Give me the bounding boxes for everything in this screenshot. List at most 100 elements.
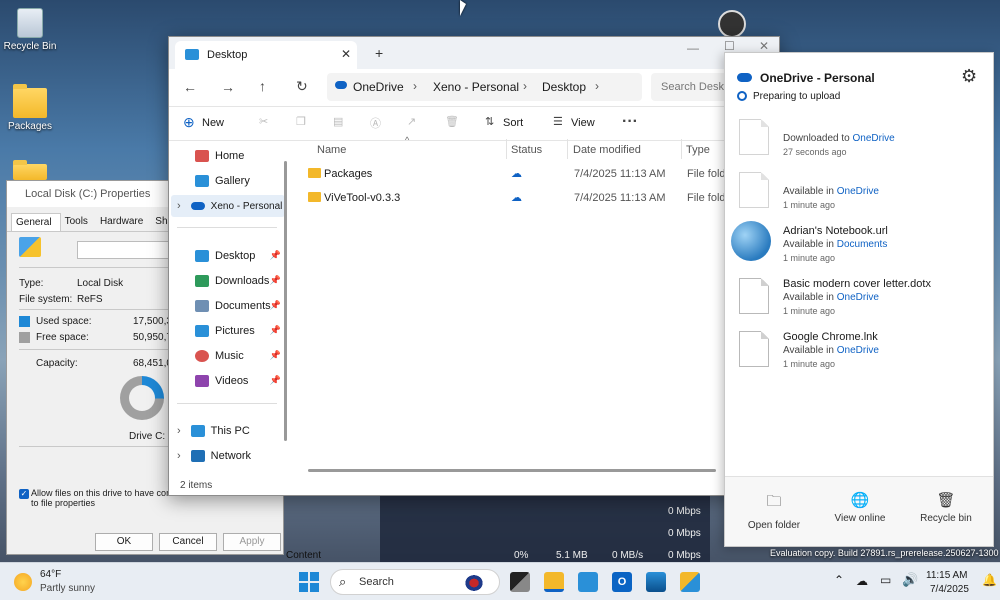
item-location-link[interactable]: OneDrive xyxy=(837,186,879,197)
pin-icon[interactable]: 📌 xyxy=(270,275,281,286)
nav-onedrive[interactable]: › Xeno - Personal xyxy=(171,195,285,217)
view-button[interactable]: View xyxy=(571,117,595,129)
item-location-link[interactable]: OneDrive xyxy=(837,345,879,356)
breadcrumb[interactable]: OneDrive › Xeno - Personal › Desktop › xyxy=(327,73,642,101)
new-tab-button[interactable]: + xyxy=(375,45,383,61)
chevron-right-icon[interactable]: › xyxy=(177,425,181,437)
item-location-link[interactable]: OneDrive xyxy=(837,292,879,303)
nav-videos[interactable]: Videos 📌 xyxy=(179,370,281,392)
nav-label: Xeno - Personal xyxy=(210,200,283,212)
paste-icon[interactable]: ▤ xyxy=(333,115,343,128)
maximize-icon[interactable]: ☐ xyxy=(724,39,735,53)
activity-item[interactable]: Basic modern cover letter.dotx Available… xyxy=(735,274,985,324)
refresh-icon[interactable]: ↻ xyxy=(296,78,308,95)
pin-icon[interactable]: 📌 xyxy=(270,375,281,386)
clock-date[interactable]: 7/4/2025 xyxy=(930,584,969,595)
nav-music[interactable]: Music 📌 xyxy=(179,345,281,367)
breadcrumb-item[interactable]: Desktop xyxy=(542,80,586,94)
nav-downloads[interactable]: Downloads 📌 xyxy=(179,270,281,292)
column-status[interactable]: Status xyxy=(511,144,542,156)
close-window-icon[interactable]: ✕ xyxy=(759,39,769,53)
pin-icon[interactable]: 📌 xyxy=(270,350,281,361)
outlook-icon[interactable]: O xyxy=(612,572,632,592)
more-options-button[interactable]: ··· xyxy=(622,113,638,131)
nav-thispc[interactable]: › This PC xyxy=(171,420,271,442)
activity-item[interactable]: Adrian's Notebook.url Available in Docum… xyxy=(731,221,985,271)
chevron-up-icon[interactable]: ⌃ xyxy=(834,573,844,587)
breadcrumb-item[interactable]: Xeno - Personal xyxy=(433,80,519,94)
weather-temp[interactable]: 64°F xyxy=(40,569,61,580)
task-view-icon[interactable] xyxy=(510,572,530,592)
index-checkbox[interactable]: ✓ xyxy=(19,489,29,499)
column-name[interactable]: Name xyxy=(317,144,346,156)
display-tray-icon[interactable]: ▭ xyxy=(880,573,891,587)
activity-item[interactable]: Google Chrome.lnk Available in OneDrive … xyxy=(735,327,985,377)
start-windows-icon[interactable] xyxy=(299,572,319,592)
nav-pictures[interactable]: Pictures 📌 xyxy=(179,320,281,342)
volume-icon[interactable]: 🔊 xyxy=(902,572,918,588)
cancel-button[interactable]: Cancel xyxy=(159,533,217,551)
new-button[interactable]: New xyxy=(202,117,224,129)
nav-label: Documents xyxy=(215,300,271,312)
notification-bell-icon[interactable]: 🔔 xyxy=(982,573,997,587)
rename-icon[interactable]: Ⓐ xyxy=(370,115,381,131)
tab-desktop[interactable]: Desktop ✕ xyxy=(175,41,357,69)
pin-icon[interactable]: 📌 xyxy=(270,300,281,311)
clock-time[interactable]: 11:15 AM xyxy=(926,570,968,581)
nav-home[interactable]: Home xyxy=(179,145,279,167)
sort-button[interactable]: Sort xyxy=(503,117,523,129)
up-icon[interactable]: ↑ xyxy=(259,78,266,94)
tab-general[interactable]: General xyxy=(11,213,61,231)
forward-icon[interactable]: → xyxy=(221,79,235,95)
nav-scrollbar[interactable] xyxy=(284,161,287,441)
apply-button[interactable]: Apply xyxy=(223,533,281,551)
pin-icon[interactable]: 📌 xyxy=(270,250,281,261)
account-circle-icon[interactable] xyxy=(718,10,746,38)
activity-item[interactable]: Available in OneDrive 1 minute ago xyxy=(735,168,985,218)
column-type[interactable]: Type xyxy=(686,144,710,156)
app-icon[interactable] xyxy=(646,572,666,592)
nav-gallery[interactable]: Gallery xyxy=(179,170,279,192)
store-icon[interactable] xyxy=(578,572,598,592)
taskbar-search-box[interactable]: ⌕ Search xyxy=(330,569,500,595)
minimize-icon[interactable]: — xyxy=(687,41,699,55)
settings-gear-icon[interactable]: ⚙ xyxy=(961,66,977,87)
nav-label: This PC xyxy=(210,425,250,437)
file-row[interactable]: ViVeTool-v0.3.3 ☁ 7/4/2025 11:13 AM File… xyxy=(308,186,778,210)
column-divider[interactable] xyxy=(681,139,682,159)
delete-icon[interactable]: 🗑 xyxy=(445,115,459,128)
item-location-link[interactable]: OneDrive xyxy=(853,133,895,144)
file-date: 7/4/2025 11:13 AM xyxy=(574,168,666,180)
item-location-link[interactable]: Documents xyxy=(837,239,888,250)
back-icon[interactable]: ← xyxy=(183,79,197,95)
chevron-right-icon[interactable]: › xyxy=(177,200,181,212)
app-icon[interactable] xyxy=(680,572,700,592)
horizontal-scrollbar[interactable] xyxy=(308,469,716,472)
open-folder-button[interactable]: 🗀 Open folder xyxy=(729,491,819,531)
activity-item[interactable]: Downloaded to OneDrive 27 seconds ago xyxy=(735,115,985,165)
onedrive-tray-icon[interactable]: ☁ xyxy=(856,574,868,588)
desktop-icon-recycle-bin[interactable]: Recycle Bin xyxy=(0,8,60,52)
view-online-button[interactable]: 🌐 View online xyxy=(815,491,905,524)
tab-tools[interactable]: Tools xyxy=(61,213,96,231)
column-divider[interactable] xyxy=(506,139,507,159)
breadcrumb-item[interactable]: OneDrive xyxy=(353,80,404,94)
file-explorer-taskbar-icon[interactable] xyxy=(544,572,564,592)
nav-documents[interactable]: Documents 📌 xyxy=(179,295,281,317)
cut-icon[interactable]: ✂ xyxy=(259,115,268,128)
pin-icon[interactable]: 📌 xyxy=(270,325,281,336)
ok-button[interactable]: OK xyxy=(95,533,153,551)
column-date[interactable]: Date modified xyxy=(573,144,641,156)
close-tab-icon[interactable]: ✕ xyxy=(341,47,351,61)
chevron-right-icon[interactable]: › xyxy=(177,450,181,462)
copy-icon[interactable]: ❐ xyxy=(296,115,306,128)
tab-hardware[interactable]: Hardware xyxy=(96,213,151,231)
column-divider[interactable] xyxy=(567,139,568,159)
recycle-bin-button[interactable]: 🗑 Recycle bin xyxy=(901,491,991,524)
file-row[interactable]: Packages ☁ 7/4/2025 11:13 AM File folde xyxy=(308,162,778,186)
weather-desc[interactable]: Partly sunny xyxy=(40,583,95,594)
desktop-icon-packages[interactable]: Packages xyxy=(0,84,60,132)
nav-desktop[interactable]: Desktop 📌 xyxy=(179,245,281,267)
share-icon[interactable]: ↗ xyxy=(407,115,416,128)
nav-network[interactable]: › Network xyxy=(171,445,271,467)
